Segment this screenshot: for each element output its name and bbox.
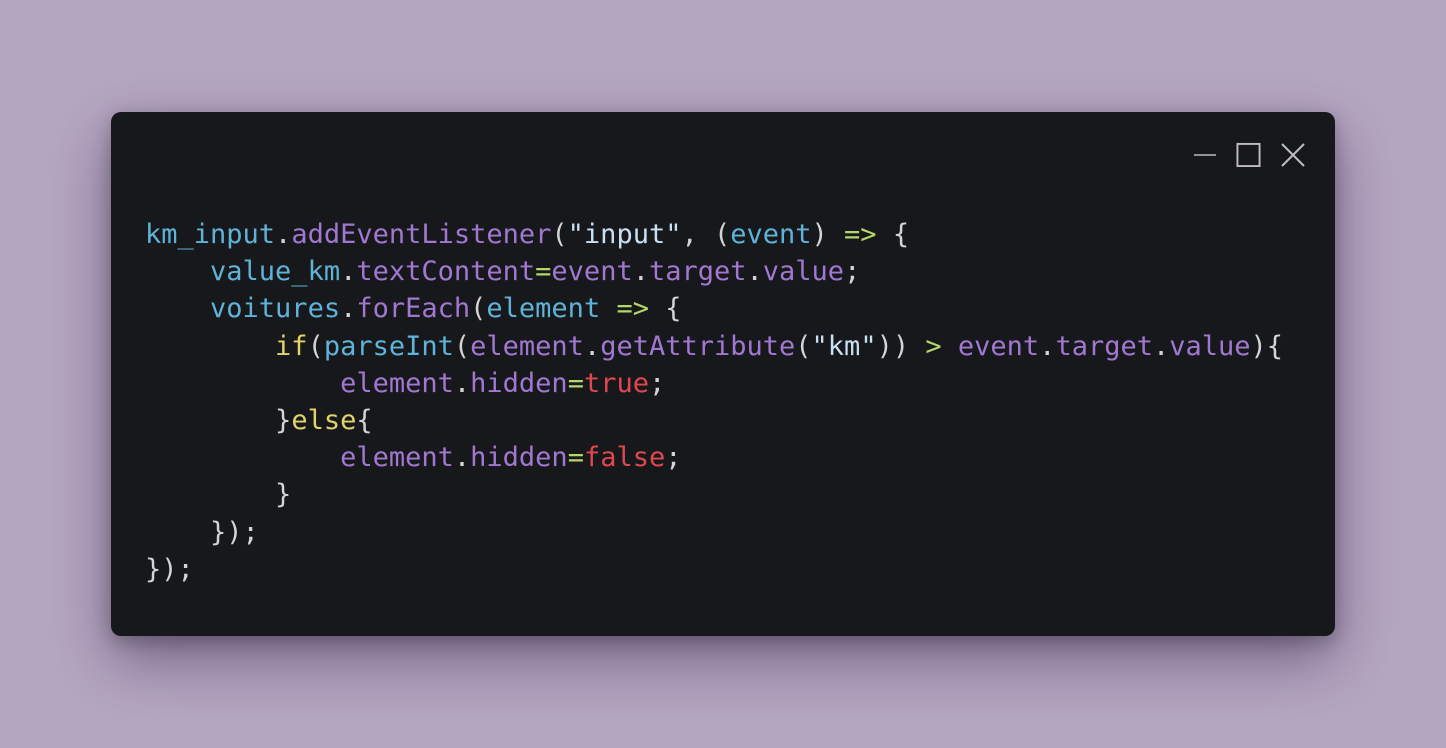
- code-token-property: hidden: [470, 442, 568, 474]
- code-line: element.hidden=true;: [145, 365, 1283, 402]
- code-line: if(parseInt(element.getAttribute("km")) …: [145, 328, 1283, 365]
- code-line: value_km.textContent=event.target.value;: [145, 253, 1283, 290]
- code-token-property: element: [340, 442, 454, 474]
- code-token-boolean: true: [583, 367, 649, 399]
- code-token-plain: .: [746, 256, 763, 288]
- code-line: element.hidden=false;: [145, 439, 1283, 476]
- maximize-icon[interactable]: [1236, 142, 1261, 168]
- code-token-plain: .: [583, 330, 601, 362]
- code-token-variable: value_km: [210, 256, 341, 288]
- code-token-plain: {: [648, 293, 682, 325]
- code-token-property: hidden: [470, 367, 568, 399]
- code-token-string: "km": [811, 330, 877, 362]
- code-token-plain: {: [876, 219, 910, 250]
- code-token-plain: .: [632, 256, 649, 288]
- code-token-property: getAttribute: [600, 330, 796, 362]
- code-token-operator: =>: [844, 219, 877, 250]
- close-icon[interactable]: [1280, 142, 1305, 168]
- code-block: km_input.addEventListener("input", (even…: [145, 216, 1283, 588]
- code-token-operator: =: [567, 367, 584, 399]
- code-token-property: element: [340, 367, 454, 399]
- code-line: });: [145, 551, 1283, 588]
- code-token-plain: ;: [844, 256, 861, 288]
- code-token-string: "input": [567, 219, 682, 250]
- code-token-plain: });: [145, 553, 194, 585]
- code-token-operator: =: [535, 256, 552, 288]
- code-token-plain: (: [795, 330, 812, 362]
- code-token-property: forEach: [356, 293, 471, 325]
- code-token-variable: event: [730, 219, 812, 250]
- code-token-boolean: false: [583, 442, 666, 474]
- window-controls: [1192, 142, 1305, 168]
- code-token-keyword: else: [291, 404, 357, 436]
- code-token-plain: , (: [681, 219, 731, 250]
- code-token-plain: (: [307, 330, 324, 362]
- code-token-property: element: [470, 330, 584, 362]
- code-token-plain: (: [551, 219, 568, 250]
- code-token-property: target: [648, 256, 747, 288]
- code-token-property: event: [551, 256, 633, 288]
- code-window: km_input.addEventListener("input", (even…: [111, 112, 1335, 636]
- code-token-plain: ): [811, 219, 845, 250]
- code-token-variable: parseInt: [323, 330, 454, 362]
- code-line: });: [145, 514, 1283, 551]
- code-token-plain: (: [453, 330, 471, 362]
- code-token-property: value: [762, 256, 845, 288]
- code-line: voitures.forEach(element => {: [145, 290, 1283, 327]
- code-line: }else{: [145, 402, 1283, 439]
- code-token-plain: }: [275, 479, 292, 511]
- code-token-plain: .: [275, 219, 292, 250]
- code-token-variable: km_input: [145, 219, 276, 250]
- code-token-operator: >: [925, 330, 942, 362]
- code-token-plain: ){: [1250, 330, 1284, 362]
- code-token-plain: )): [876, 330, 926, 362]
- code-line: km_input.addEventListener("input", (even…: [145, 216, 1283, 253]
- code-token-plain: ;: [665, 442, 682, 474]
- code-token-plain: ;: [648, 367, 666, 399]
- code-token-plain: (: [470, 293, 487, 325]
- minimize-icon[interactable]: [1192, 142, 1217, 168]
- code-token-operator: =: [567, 442, 584, 474]
- code-token-property: textContent: [356, 256, 536, 288]
- code-token-variable: element: [486, 293, 601, 325]
- code-token-plain: {: [356, 404, 373, 436]
- code-token-plain: .: [453, 367, 471, 399]
- code-token-operator: =>: [616, 293, 649, 325]
- code-token-variable: voitures: [210, 293, 341, 325]
- code-token-property: addEventListener: [291, 219, 552, 250]
- code-token-plain: .: [340, 293, 357, 325]
- code-token-plain: .: [1039, 330, 1056, 362]
- code-token-property: target: [1055, 330, 1153, 362]
- code-token-plain: });: [210, 516, 259, 548]
- code-token-property: value: [1169, 330, 1251, 362]
- code-token-keyword: if: [275, 330, 308, 362]
- code-token-plain: .: [340, 256, 357, 288]
- code-token-plain: .: [453, 442, 471, 474]
- code-line: }: [145, 476, 1283, 513]
- code-token-plain: }: [275, 404, 292, 436]
- code-token-plain: .: [1152, 330, 1170, 362]
- code-token-property: event: [957, 330, 1040, 362]
